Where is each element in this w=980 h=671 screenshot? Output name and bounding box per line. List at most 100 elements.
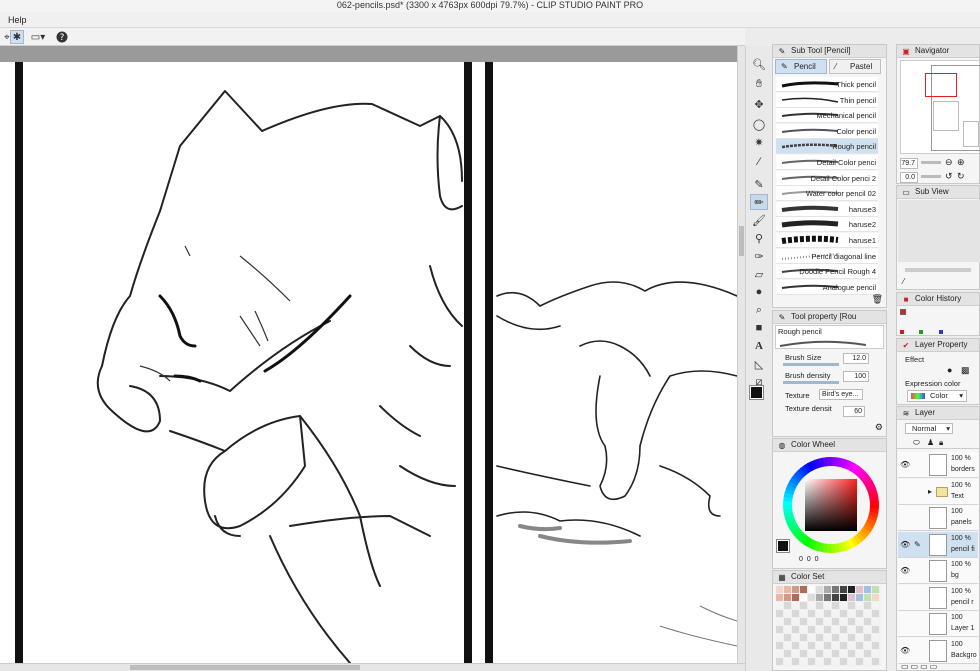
brush-item[interactable]: Water color pencil 02 [776,186,878,202]
color-swatch[interactable] [792,650,799,657]
color-swatch[interactable] [848,634,855,641]
trash-icon[interactable]: 🗑︎ [872,294,883,305]
color-swatch[interactable] [840,586,847,593]
color-swatch[interactable] [824,610,831,617]
brush-item[interactable]: Doodle Pencil Rough 4 [776,264,878,280]
color-swatch[interactable] [864,658,871,665]
color-swatch[interactable] [824,650,831,657]
display-menu-icon[interactable]: ▭▾ [28,30,48,44]
gradient-tool-icon[interactable]: ■ [750,320,768,336]
color-swatch[interactable] [776,610,783,617]
color-swatch[interactable] [856,586,863,593]
sub-view-slider[interactable] [905,268,971,272]
brush-density-field[interactable] [843,371,869,382]
color-swatch[interactable] [792,642,799,649]
color-swatch[interactable] [808,642,815,649]
color-swatch[interactable] [784,642,791,649]
color-swatch[interactable] [776,626,783,633]
color-swatch[interactable] [808,634,815,641]
navigator-viewport-frame[interactable] [925,73,957,97]
color-swatch[interactable] [832,642,839,649]
brush-item[interactable]: haruse3 [776,201,878,217]
zoom-slider[interactable] [921,161,941,164]
color-swatch[interactable] [784,634,791,641]
color-swatch[interactable] [872,602,879,609]
color-swatch[interactable] [848,626,855,633]
color-swatch[interactable] [800,634,807,641]
color-swatch[interactable] [832,618,839,625]
color-swatch[interactable] [848,610,855,617]
color-swatch[interactable] [864,626,871,633]
pencil-tool-icon[interactable]: ✏︎ [750,194,768,210]
color-swatch[interactable] [848,586,855,593]
color-swatch[interactable] [784,658,791,665]
wheel-main-color[interactable] [776,539,790,553]
color-swatch[interactable] [800,642,807,649]
pen-tool-icon[interactable]: ✎ [750,176,768,192]
history-swatch[interactable] [900,309,906,315]
color-swatch[interactable] [784,586,791,593]
color-swatch[interactable] [864,594,871,601]
color-swatch[interactable] [800,610,807,617]
color-swatch[interactable] [856,626,863,633]
airbrush-tool-icon[interactable]: ⚲ [750,230,768,246]
new-layer-icon[interactable]: ▭▭▭▭ [901,662,939,671]
color-swatch[interactable] [792,610,799,617]
color-swatch[interactable] [808,586,815,593]
color-swatch[interactable] [872,650,879,657]
layer-row[interactable]: 100 panels [898,505,978,531]
color-swatch[interactable] [832,602,839,609]
color-swatch[interactable] [776,634,783,641]
color-swatch[interactable] [800,658,807,665]
history-swatch[interactable] [919,330,923,334]
lock-icon[interactable]: 🔒︎ [939,438,943,448]
rotate-value-field[interactable] [900,172,918,183]
zoom-in-icon[interactable]: ⊕ [957,157,965,168]
rotate-left-icon[interactable]: ↺ [945,171,953,182]
color-swatch[interactable] [808,626,815,633]
color-swatch[interactable] [808,602,815,609]
layer-row-selected[interactable]: 👁︎ ✎ 100 % pencil fi [898,531,978,558]
layer-row[interactable]: 👁︎ 100 Backgro [898,637,978,664]
brush-item[interactable]: haruse2 [776,217,878,233]
color-swatch[interactable] [864,634,871,641]
color-swatch[interactable] [824,658,831,665]
color-swatch[interactable] [808,594,815,601]
tone-effect-icon[interactable]: ▩ [961,365,970,376]
color-swatch[interactable] [856,602,863,609]
brush-item[interactable]: Thin pencil [776,92,878,108]
zoom-tool-icon[interactable]: 🔍︎ [750,56,768,72]
color-swatch[interactable] [840,626,847,633]
canvas-horizontal-scrollbar[interactable] [0,663,745,671]
color-swatch[interactable] [816,618,823,625]
navigator-preview[interactable] [900,60,980,154]
sub-view-eyedropper-icon[interactable]: ⁄ [903,277,904,286]
color-swatch[interactable] [792,658,799,665]
color-swatch[interactable] [864,618,871,625]
text-tool-icon[interactable]: A [750,338,768,354]
blend-tool-icon[interactable]: ⌕ [750,302,768,318]
expression-color-select[interactable]: Color ▾ [907,390,967,402]
color-swatch[interactable] [800,602,807,609]
color-swatch[interactable] [784,610,791,617]
ruler-tool-icon[interactable]: ◺ [750,356,768,372]
hue-segment[interactable] [826,457,832,467]
clip-icon[interactable]: ⬭ [913,438,920,448]
eye-icon[interactable]: 👁︎ [900,646,910,655]
menu-help[interactable]: Help [8,15,27,25]
color-swatch[interactable] [800,594,807,601]
color-swatch[interactable] [832,586,839,593]
brush-item[interactable]: Thick pencil [776,77,878,92]
color-swatch[interactable] [832,650,839,657]
color-swatch[interactable] [816,610,823,617]
rotate-right-icon[interactable]: ↻ [957,171,965,182]
color-swatch[interactable] [856,650,863,657]
color-swatch[interactable] [784,602,791,609]
color-swatch[interactable] [832,626,839,633]
color-swatch[interactable] [872,610,879,617]
decoration-tool-icon[interactable]: ✑ [750,248,768,264]
tab-pastel[interactable]: ⁄ Pastel [829,59,881,74]
brush-item[interactable]: Mechanical pencil [776,108,878,124]
color-swatch[interactable] [864,586,871,593]
brush-item[interactable]: Color pencil [776,123,878,139]
